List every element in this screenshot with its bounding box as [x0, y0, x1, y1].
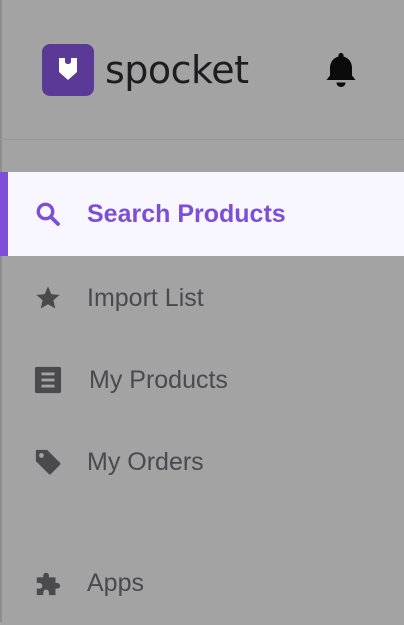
- nav-item-my-orders[interactable]: My Orders: [0, 420, 404, 504]
- nav-item-label: Apps: [87, 568, 144, 597]
- tag-icon: [34, 448, 62, 476]
- sidebar: spocket Search Products Import List My P…: [0, 0, 404, 622]
- brand-logo[interactable]: spocket: [42, 44, 249, 96]
- nav-item-import-list[interactable]: Import List: [0, 256, 404, 340]
- nav-item-label: My Orders: [87, 447, 204, 476]
- active-indicator: [0, 172, 8, 256]
- nav-item-apps[interactable]: Apps: [0, 541, 404, 625]
- spocket-logo-icon: [42, 44, 94, 96]
- sidebar-header: spocket: [0, 0, 404, 140]
- list-icon: [34, 366, 62, 394]
- nav-item-search-products[interactable]: Search Products: [0, 172, 404, 256]
- puzzle-icon: [34, 569, 62, 597]
- nav-item-label: Import List: [87, 283, 204, 312]
- nav-item-my-products[interactable]: My Products: [0, 338, 404, 422]
- bell-icon[interactable]: [322, 50, 360, 90]
- nav-item-label: My Products: [89, 365, 228, 394]
- nav-item-label: Search Products: [87, 199, 286, 228]
- search-icon: [34, 200, 62, 228]
- brand-name: spocket: [105, 48, 249, 92]
- header-divider: [0, 139, 404, 140]
- star-icon: [34, 284, 62, 312]
